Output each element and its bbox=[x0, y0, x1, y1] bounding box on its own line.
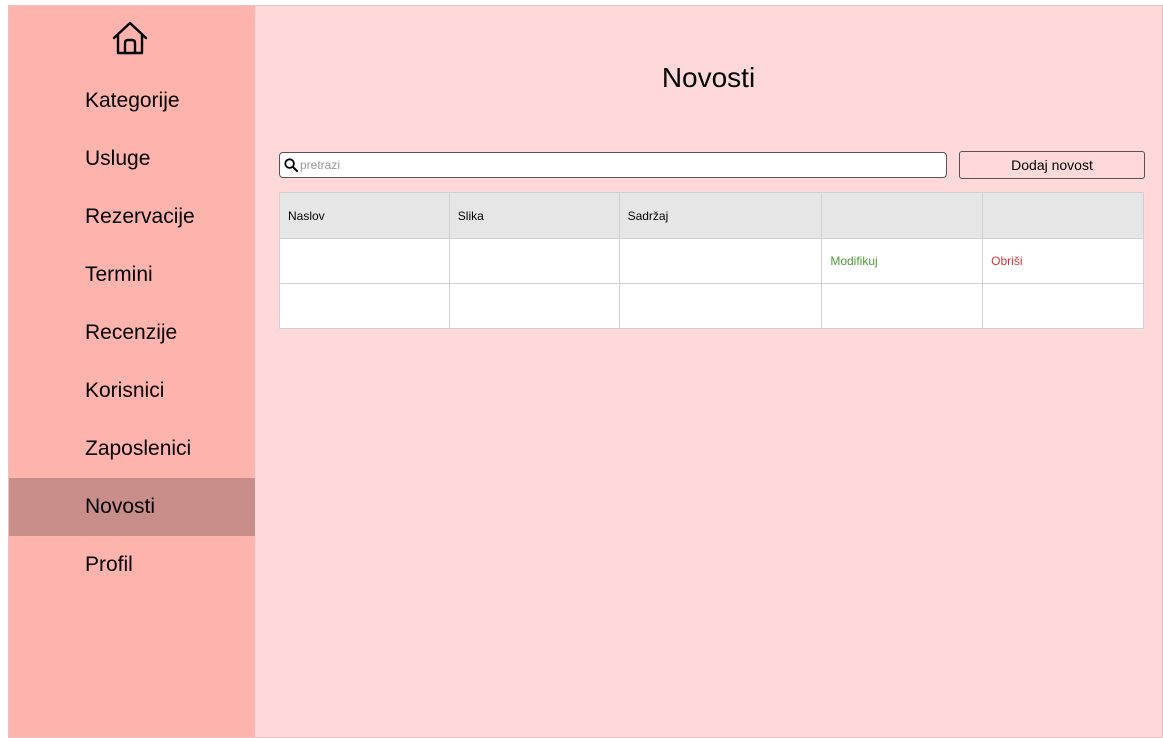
cell-slika bbox=[448, 283, 620, 329]
cell-delete: Obriši bbox=[982, 238, 1144, 284]
search-bar[interactable] bbox=[279, 152, 947, 178]
news-table: Naslov Slika Sadržaj Modifikuj Obriši bbox=[279, 192, 1144, 329]
sidebar-item-label: Kategorije bbox=[85, 89, 180, 112]
cell-naslov bbox=[279, 238, 450, 284]
cell-slika bbox=[448, 238, 620, 284]
sidebar-item-label: Novosti bbox=[85, 495, 156, 518]
sidebar-item-kategorije[interactable]: Kategorije bbox=[9, 72, 255, 130]
table-row: Modifikuj Obriši bbox=[279, 238, 1144, 284]
column-header-delete bbox=[982, 192, 1144, 239]
sidebar-item-profil[interactable]: Profil bbox=[9, 536, 255, 594]
add-news-button[interactable]: Dodaj novost bbox=[959, 151, 1145, 179]
search-input[interactable] bbox=[298, 154, 946, 176]
sidebar-item-termini[interactable]: Termini bbox=[9, 246, 255, 304]
sidebar-item-zaposlenici[interactable]: Zaposlenici bbox=[9, 420, 255, 478]
delete-link[interactable]: Obriši bbox=[991, 254, 1022, 268]
cell-edit bbox=[821, 283, 984, 329]
home-icon bbox=[112, 21, 148, 55]
column-header-slika: Slika bbox=[448, 192, 620, 239]
home-button[interactable] bbox=[108, 16, 152, 60]
sidebar-item-label: Profil bbox=[85, 553, 133, 576]
page-title: Novosti bbox=[661, 62, 756, 93]
table-row bbox=[279, 283, 1144, 329]
app-frame: Kategorije Usluge Rezervacije Termini Re… bbox=[8, 5, 1163, 738]
sidebar-item-label: Rezervacije bbox=[85, 205, 195, 228]
sidebar-item-label: Usluge bbox=[85, 147, 151, 170]
edit-link[interactable]: Modifikuj bbox=[830, 254, 877, 268]
cell-edit: Modifikuj bbox=[821, 238, 984, 284]
sidebar-nav: Kategorije Usluge Rezervacije Termini Re… bbox=[9, 72, 255, 594]
sidebar: Kategorije Usluge Rezervacije Termini Re… bbox=[9, 6, 255, 737]
sidebar-item-label: Korisnici bbox=[85, 379, 165, 402]
main-content: Novosti Dodaj novost Naslov Slika Sadrža… bbox=[255, 6, 1162, 737]
column-header-naslov: Naslov bbox=[279, 192, 450, 239]
cell-delete bbox=[982, 283, 1144, 329]
sidebar-item-label: Termini bbox=[85, 263, 153, 286]
search-icon bbox=[284, 158, 298, 172]
sidebar-item-recenzije[interactable]: Recenzije bbox=[9, 304, 255, 362]
sidebar-item-label: Recenzije bbox=[85, 321, 178, 344]
cell-sadrzaj bbox=[618, 238, 823, 284]
sidebar-item-novosti[interactable]: Novosti bbox=[9, 478, 255, 536]
column-header-edit bbox=[821, 192, 984, 239]
column-header-sadrzaj: Sadržaj bbox=[618, 192, 823, 239]
sidebar-item-usluge[interactable]: Usluge bbox=[9, 130, 255, 188]
sidebar-item-label: Zaposlenici bbox=[85, 437, 192, 460]
sidebar-item-korisnici[interactable]: Korisnici bbox=[9, 362, 255, 420]
sidebar-item-rezervacije[interactable]: Rezervacije bbox=[9, 188, 255, 246]
table-header-row: Naslov Slika Sadržaj bbox=[279, 192, 1144, 239]
cell-sadrzaj bbox=[618, 283, 823, 329]
cell-naslov bbox=[279, 283, 450, 329]
